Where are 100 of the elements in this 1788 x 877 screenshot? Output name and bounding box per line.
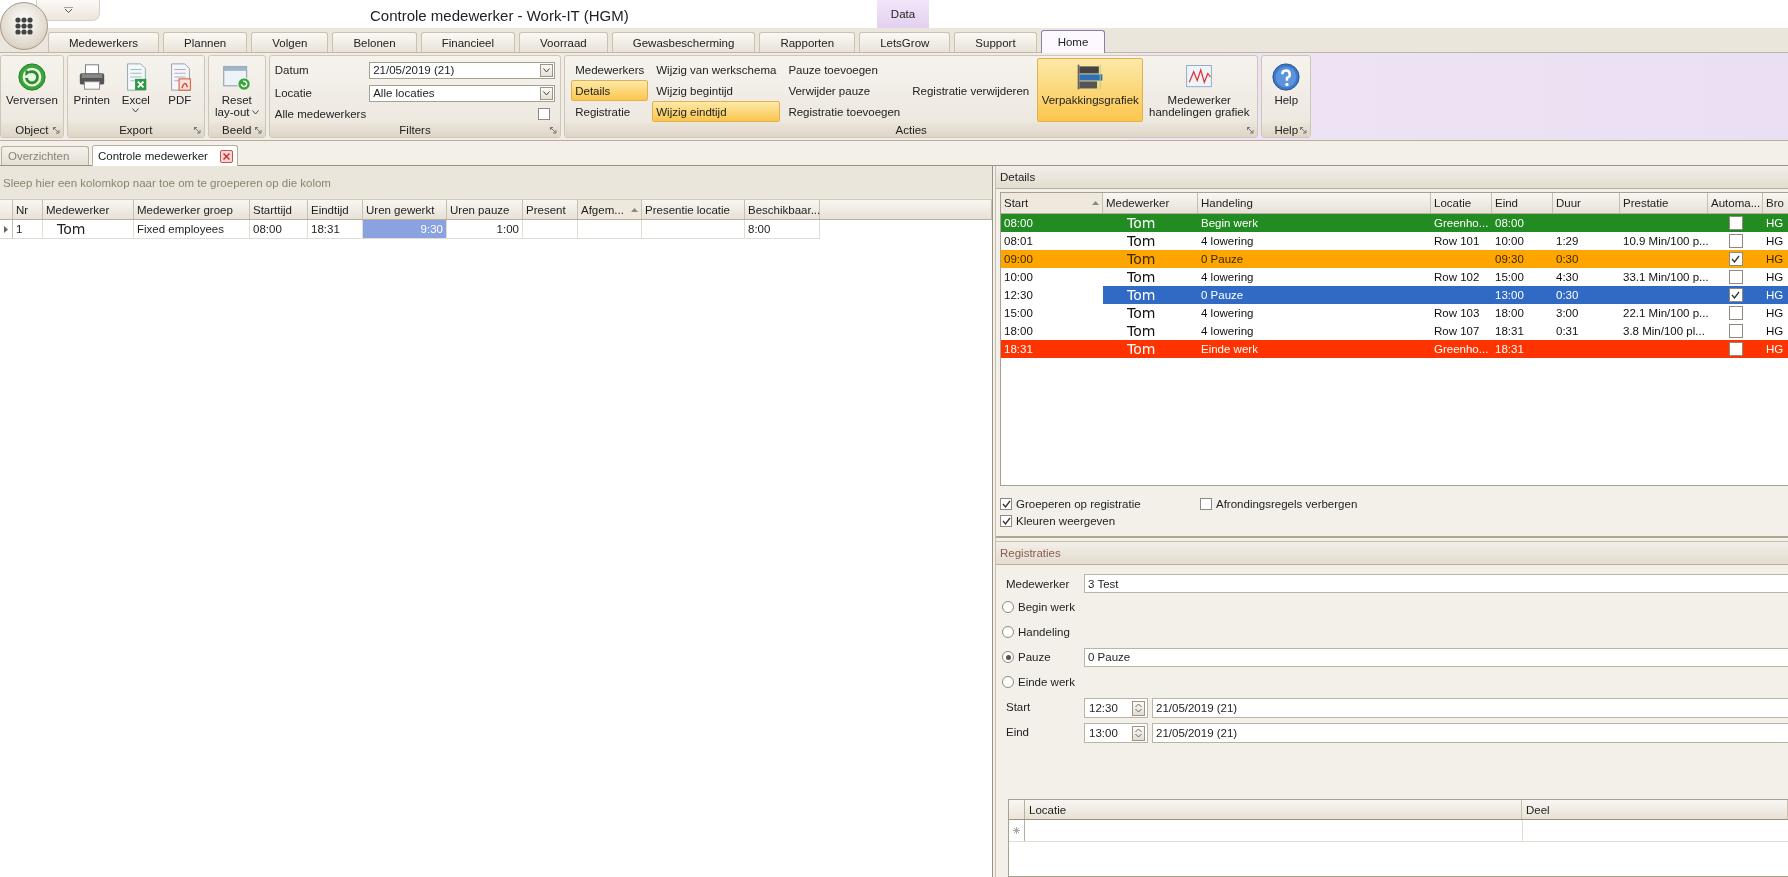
action-button[interactable]: Registratie verwijderen <box>908 80 1034 101</box>
date-field[interactable]: 21/05/2019 (21) <box>1152 723 1788 743</box>
spin-button[interactable] <box>1132 725 1145 741</box>
radio-button[interactable] <box>1002 601 1014 613</box>
checkbox[interactable] <box>1200 497 1212 510</box>
column-header[interactable]: Beschikbaar... <box>745 200 820 219</box>
checkbox[interactable] <box>538 108 551 121</box>
dialog-launcher-icon[interactable] <box>1247 127 1255 134</box>
chart-button[interactable]: Verpakkingsgrafiek <box>1037 58 1144 122</box>
table-cell: Fixed employees <box>134 220 250 239</box>
column-header[interactable]: Deel <box>1522 800 1788 819</box>
column-header[interactable]: Locatie <box>1431 193 1492 213</box>
dropdown-button[interactable] <box>540 87 554 100</box>
dropdown-icon <box>63 7 73 13</box>
action-button[interactable]: Details <box>571 80 649 101</box>
action-button[interactable]: Wijzig van werkschema <box>652 59 781 80</box>
checkbox[interactable] <box>1728 216 1743 230</box>
dialog-launcher-icon[interactable] <box>52 127 60 134</box>
ribbon-tab[interactable]: Belonen <box>332 32 417 52</box>
table-cell-text: HG <box>1765 234 1785 249</box>
ribbon-tab[interactable]: Financieel <box>420 32 516 52</box>
column-header[interactable]: Presentie locatie <box>642 200 745 219</box>
chart-button[interactable]: Medewerker handelingen grafiek <box>1143 58 1256 122</box>
input-field[interactable]: 0 Pauze <box>1084 647 1788 667</box>
column-header[interactable]: Nr <box>13 200 43 219</box>
document-tab[interactable]: Controle medewerker <box>92 145 238 166</box>
dropdown-field[interactable]: 21/05/2019 (21) <box>369 61 556 79</box>
column-header[interactable]: Starttijd <box>250 200 308 219</box>
input-field[interactable]: 3 Test <box>1084 574 1788 593</box>
toolbar-button[interactable]: Excel <box>113 58 158 122</box>
checkbox[interactable] <box>1728 324 1743 338</box>
column-header[interactable]: Start <box>1001 193 1103 213</box>
dialog-launcher-icon[interactable] <box>254 127 262 134</box>
column-header[interactable]: Eindtijd <box>308 200 363 219</box>
column-header[interactable]: Medewerker <box>43 200 134 219</box>
dialog-launcher-icon[interactable] <box>193 127 201 134</box>
checkbox[interactable] <box>1000 497 1012 510</box>
close-button[interactable] <box>219 149 233 163</box>
column-header[interactable]: Prestatie <box>1620 193 1708 213</box>
date-field[interactable]: 21/05/2019 (21) <box>1152 698 1788 718</box>
radio-button[interactable] <box>1002 651 1014 663</box>
table-cell-text: Greenho... <box>1433 342 1490 357</box>
ribbon-tab[interactable]: Support <box>954 32 1037 52</box>
column-header[interactable]: Bro <box>1763 193 1788 213</box>
ribbon-tab[interactable]: Volgen <box>251 32 329 52</box>
dialog-launcher-icon[interactable] <box>550 127 558 134</box>
panel-title: Details <box>1000 171 1036 183</box>
dialog-launcher-icon[interactable] <box>1300 127 1308 134</box>
table-row[interactable]: 08:00 Tom Begin werk Greenho... 08:00 HG <box>1001 214 1788 232</box>
toolbar-button[interactable]: PDF <box>157 58 202 122</box>
column-header[interactable]: Uren pauze <box>447 200 523 219</box>
radio-button[interactable] <box>1002 626 1014 638</box>
ribbon-tab[interactable]: Rapporten <box>759 32 856 52</box>
checkbox[interactable] <box>1728 306 1743 320</box>
action-button[interactable]: Wijzig eindtijd <box>652 101 781 122</box>
ribbon-tab[interactable]: Voorraad <box>519 32 608 52</box>
action-button[interactable]: Medewerkers <box>571 59 649 80</box>
toolbar-button[interactable]: Printen <box>69 58 114 122</box>
spin-button[interactable] <box>1132 700 1145 716</box>
checkbox[interactable] <box>1728 252 1743 266</box>
caret-icon <box>251 110 259 116</box>
table-cell: 9:30 <box>363 220 447 239</box>
action-button[interactable]: Registratie <box>571 101 649 122</box>
action-button[interactable]: Verwijder pauze <box>784 80 905 101</box>
table-row[interactable]: 09:00 Tom 0 Pauze 09:30 0:30 HG <box>1001 250 1788 268</box>
time-field[interactable]: 13:00 <box>1084 723 1148 743</box>
ribbon-tab[interactable]: Medewerkers <box>48 32 160 52</box>
ribbon-tab[interactable]: Home <box>1040 30 1106 53</box>
toolbar-button[interactable]: Reset lay-out <box>210 58 263 122</box>
table-row[interactable]: 12:30 Tom 0 Pauze 13:00 0:30 HG <box>1001 286 1788 304</box>
column-header[interactable]: Medewerker <box>1103 193 1198 213</box>
ribbon-tab[interactable]: Gewasbescherming <box>611 32 756 52</box>
table-row[interactable]: 18:31 Tom Einde werk Greenho... 18:31 HG <box>1001 340 1788 358</box>
time-field[interactable]: 12:30 <box>1084 698 1148 718</box>
action-button[interactable]: Registratie toevoegen <box>784 101 905 122</box>
column-header[interactable]: Automa... <box>1708 193 1763 213</box>
table-cell-text: 15:00 <box>1494 270 1525 285</box>
checkbox[interactable] <box>1000 514 1012 527</box>
checkbox[interactable] <box>1728 288 1743 302</box>
checkbox-label: Groeperen op registratie <box>1016 497 1141 510</box>
ribbon-tab[interactable]: LetsGrow <box>859 32 951 52</box>
dropdown-field[interactable]: Alle locaties <box>369 85 556 102</box>
action-button[interactable]: Pauze toevoegen <box>784 59 905 80</box>
column-header[interactable]: Afgem... <box>578 200 642 219</box>
column-header[interactable]: Uren gewerkt <box>363 200 447 219</box>
checkbox[interactable] <box>1728 342 1743 356</box>
toolbar-button[interactable]: Help <box>1264 58 1309 122</box>
column-header[interactable]: Handeling <box>1198 193 1431 213</box>
action-button[interactable]: Wijzig begintijd <box>652 80 781 101</box>
radio-button[interactable] <box>1002 676 1014 688</box>
table-cell-text: 4 lowering <box>1200 234 1255 249</box>
checkbox[interactable] <box>1728 234 1743 248</box>
toolbar-button[interactable]: Verversen <box>3 58 61 122</box>
column-header[interactable]: Medewerker groep <box>134 200 250 219</box>
column-header[interactable]: Locatie <box>1025 800 1522 819</box>
dropdown-button[interactable] <box>540 63 554 77</box>
column-header[interactable]: Duur <box>1553 193 1620 213</box>
column-header[interactable]: Eind <box>1492 193 1553 213</box>
ribbon-tab[interactable]: Plannen <box>163 32 248 52</box>
checkbox[interactable] <box>1728 270 1743 284</box>
